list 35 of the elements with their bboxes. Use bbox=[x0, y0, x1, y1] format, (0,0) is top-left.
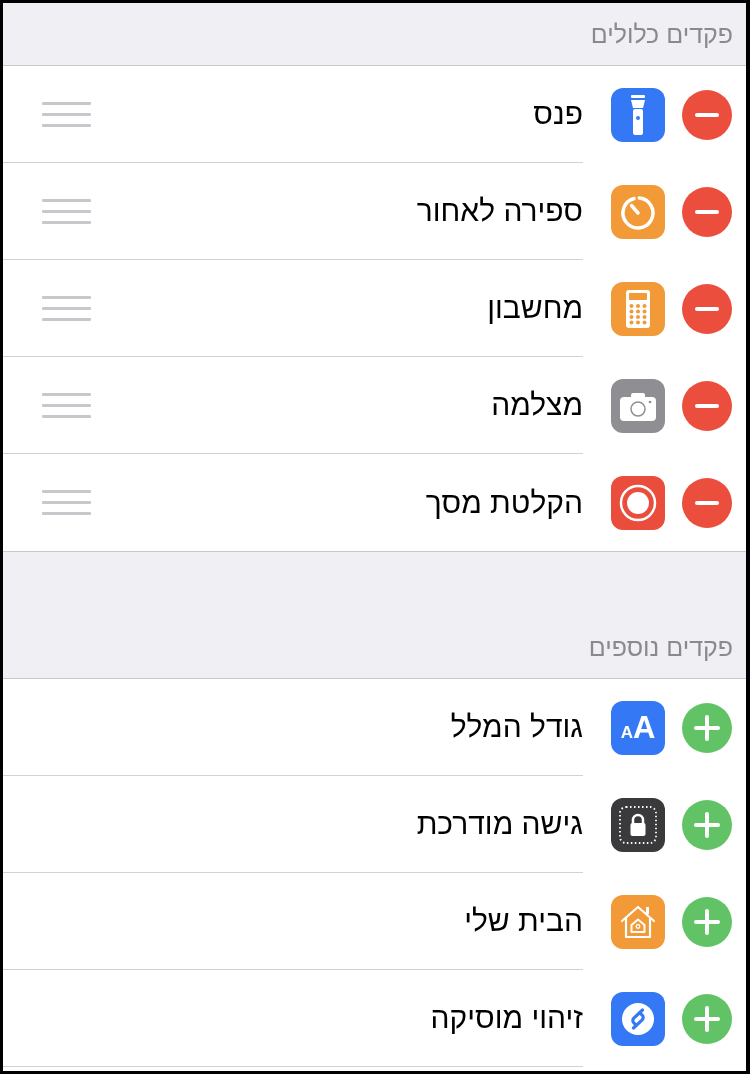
section-header: פקדים כלולים bbox=[590, 19, 733, 49]
minus-icon bbox=[695, 403, 719, 408]
plus-icon bbox=[694, 714, 720, 741]
remove-button[interactable] bbox=[682, 477, 732, 528]
minus-icon bbox=[695, 306, 719, 311]
plus-icon bbox=[694, 908, 720, 935]
control-label: פנס bbox=[533, 96, 583, 132]
text-size-icon: AA bbox=[611, 700, 665, 755]
control-label: זיהוי מוסיקה bbox=[430, 1000, 583, 1036]
remove-button[interactable] bbox=[682, 380, 732, 431]
remove-button[interactable] bbox=[682, 89, 732, 140]
add-button[interactable] bbox=[682, 993, 732, 1044]
drag-handle-icon[interactable] bbox=[42, 490, 91, 515]
minus-icon bbox=[695, 209, 719, 214]
drag-handle-icon[interactable] bbox=[42, 101, 91, 127]
minus-icon bbox=[695, 112, 719, 117]
add-button[interactable] bbox=[682, 702, 732, 753]
drag-handle-icon[interactable] bbox=[42, 295, 91, 321]
control-label: הבית שלי bbox=[464, 903, 583, 939]
remove-button[interactable] bbox=[682, 186, 732, 237]
plus-icon bbox=[694, 811, 720, 838]
add-button[interactable] bbox=[682, 799, 732, 850]
control-label: גישה מודרכת bbox=[416, 806, 583, 842]
control-label: ספירה לאחור bbox=[416, 193, 583, 229]
minus-icon bbox=[695, 500, 719, 505]
control-label: הקלטת מסך bbox=[425, 484, 583, 521]
plus-icon bbox=[694, 1005, 720, 1032]
add-button[interactable] bbox=[682, 896, 732, 947]
drag-handle-icon[interactable] bbox=[42, 198, 91, 224]
section-header: פקדים נוספים bbox=[588, 632, 733, 662]
remove-button[interactable] bbox=[682, 283, 732, 334]
control-label: גודל המלל bbox=[450, 709, 583, 745]
control-label: מצלמה bbox=[491, 387, 583, 423]
drag-handle-icon[interactable] bbox=[42, 392, 91, 418]
control-label: מחשבון bbox=[487, 290, 583, 326]
